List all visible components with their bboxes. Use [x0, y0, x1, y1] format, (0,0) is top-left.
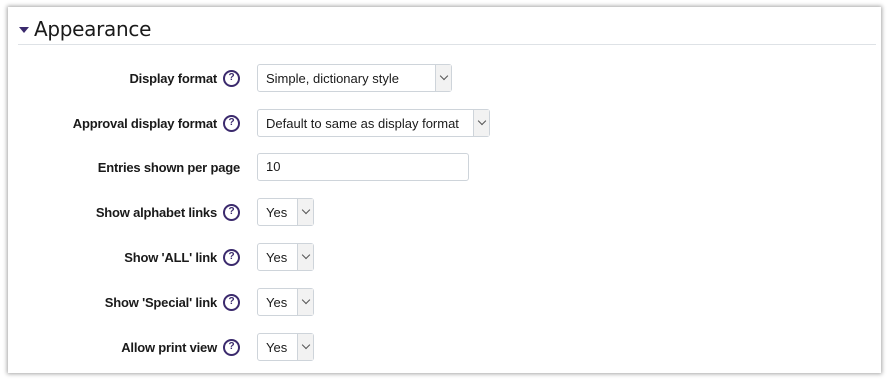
label-show-all-link: Show 'ALL' link: [124, 249, 217, 265]
allow-print-view-value: Yes: [266, 339, 288, 355]
help-glyph: ?: [228, 296, 235, 307]
label-approval-display-format: Approval display format: [72, 115, 217, 131]
approval-display-format-select[interactable]: Default to same as display format: [257, 109, 490, 137]
help-glyph: ?: [228, 206, 235, 217]
show-alphabet-links-value: Yes: [266, 204, 288, 220]
label-entries-per-page: Entries shown per page: [97, 159, 240, 175]
form-row-show-alphabet-links: Show alphabet links ? Yes: [8, 198, 881, 226]
help-icon[interactable]: ?: [223, 203, 240, 221]
approval-display-format-value: Default to same as display format: [266, 115, 459, 131]
label-show-special-link: Show 'Special' link: [104, 294, 217, 310]
form-row-display-format: Display format ? Simple, dictionary styl…: [8, 64, 881, 92]
divider: [18, 44, 876, 45]
chevron-down-icon: [297, 289, 313, 315]
appearance-panel: Appearance Display format ? Simple, dict…: [8, 7, 881, 373]
label-display-format: Display format: [129, 70, 217, 86]
caret-down-icon: [19, 26, 29, 33]
form-row-approval-display-format: Approval display format ? Default to sam…: [8, 109, 881, 137]
help-icon[interactable]: ?: [223, 338, 240, 356]
help-glyph: ?: [228, 251, 235, 262]
help-glyph: ?: [228, 341, 235, 352]
form-row-allow-print-view: Allow print view ? Yes: [8, 333, 881, 361]
section-title: Appearance: [34, 17, 152, 41]
show-all-link-value: Yes: [266, 249, 288, 265]
chevron-down-icon: [297, 244, 313, 270]
help-icon[interactable]: ?: [223, 69, 240, 87]
chevron-down-icon: [473, 110, 489, 136]
help-icon[interactable]: ?: [223, 248, 240, 266]
show-all-link-select[interactable]: Yes: [257, 243, 314, 271]
form-row-entries-per-page: Entries shown per page: [8, 153, 881, 181]
entries-per-page-input[interactable]: [257, 153, 469, 181]
form-row-show-special-link: Show 'Special' link ? Yes: [8, 288, 881, 316]
chevron-down-icon: [297, 199, 313, 225]
display-format-select[interactable]: Simple, dictionary style: [257, 64, 452, 92]
label-allow-print-view: Allow print view: [121, 339, 217, 355]
show-special-link-value: Yes: [266, 294, 288, 310]
help-glyph: ?: [228, 117, 235, 128]
show-alphabet-links-select[interactable]: Yes: [257, 198, 314, 226]
form-row-show-all-link: Show 'ALL' link ? Yes: [8, 243, 881, 271]
help-icon[interactable]: ?: [223, 293, 240, 311]
allow-print-view-select[interactable]: Yes: [257, 333, 314, 361]
help-icon[interactable]: ?: [223, 114, 240, 132]
display-format-value: Simple, dictionary style: [266, 70, 399, 86]
help-glyph: ?: [228, 72, 235, 83]
chevron-down-icon: [297, 334, 313, 360]
section-toggle[interactable]: Appearance: [19, 16, 151, 42]
chevron-down-icon: [435, 65, 451, 91]
label-show-alphabet-links: Show alphabet links: [95, 204, 217, 220]
show-special-link-select[interactable]: Yes: [257, 288, 314, 316]
